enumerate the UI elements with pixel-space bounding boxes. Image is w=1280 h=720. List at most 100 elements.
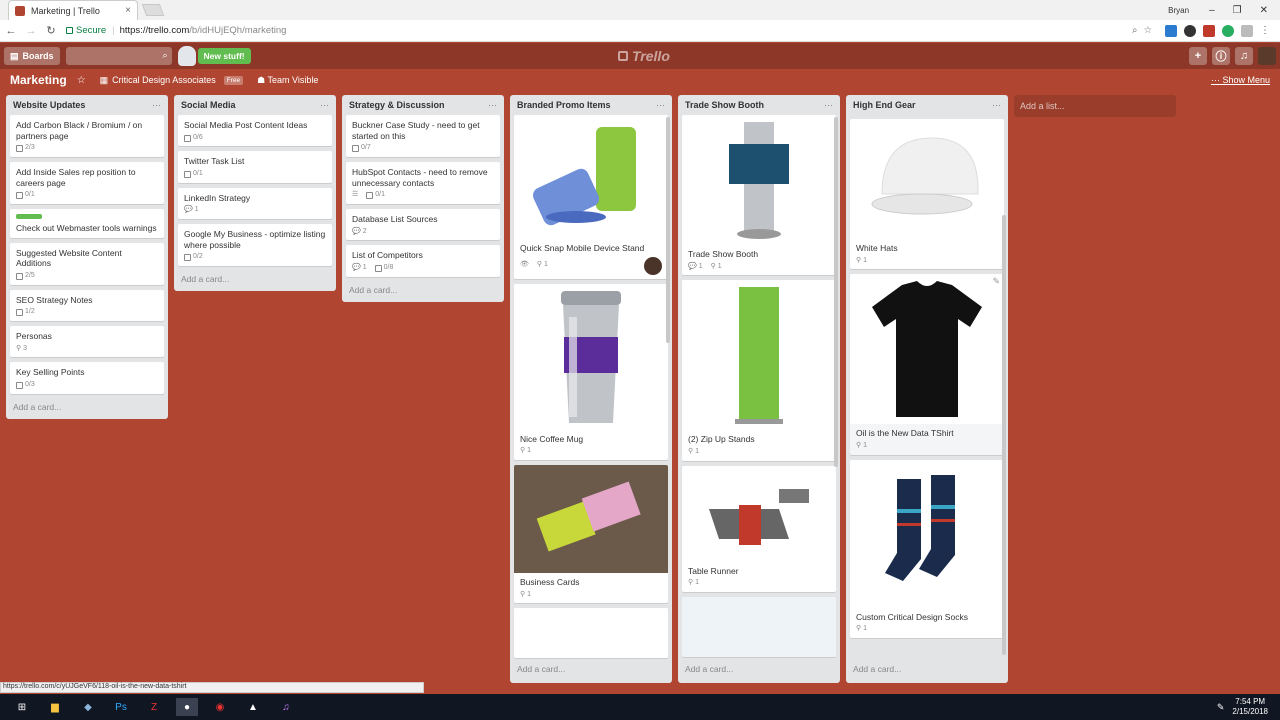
team-button[interactable]: ▦ Critical Design Associates Free <box>100 75 244 86</box>
info-icon[interactable]: ⓘ <box>1212 47 1230 65</box>
card[interactable]: (2) Zip Up Stands ⚲ 1 <box>682 280 836 461</box>
browser-user[interactable]: Bryan <box>1168 6 1189 15</box>
card[interactable]: Quick Snap Mobile Device Stand 👁 ⚲ 1 <box>514 115 668 279</box>
add-card-button[interactable]: Add a card... <box>514 661 668 681</box>
file-explorer-icon[interactable]: ▆ <box>44 698 66 716</box>
card[interactable]: Twitter Task List 0/1 <box>178 151 332 183</box>
card[interactable]: Nice Coffee Mug ⚲ 1 <box>514 283 668 460</box>
list-scrollbar[interactable] <box>834 117 838 467</box>
card[interactable]: Add Carbon Black / Bromium / on partners… <box>10 115 164 157</box>
extension-icon[interactable] <box>1184 24 1196 37</box>
edit-pencil-icon[interactable]: ✎ <box>992 276 1000 287</box>
forward-icon[interactable]: → <box>22 25 40 37</box>
list-menu-icon[interactable]: ··· <box>320 100 329 110</box>
add-card-button[interactable]: Add a card... <box>10 399 164 419</box>
card[interactable]: List of Competitors 💬 1 0/8 <box>346 245 500 277</box>
star-icon[interactable]: ☆ <box>77 75 86 86</box>
list-title[interactable]: Website Updates <box>13 100 85 110</box>
card[interactable]: Business Cards ⚲ 1 <box>514 465 668 604</box>
list-menu-icon[interactable]: ··· <box>992 100 1001 110</box>
board-title[interactable]: Marketing <box>10 73 67 87</box>
card[interactable]: White Hats ⚲ 1 <box>850 119 1004 270</box>
grammarly-icon[interactable] <box>1222 24 1234 37</box>
close-window-icon[interactable]: ✕ <box>1260 5 1268 16</box>
checklist-icon <box>184 170 191 178</box>
restore-icon[interactable]: ❐ <box>1233 5 1242 16</box>
add-list-button[interactable]: Add a list... <box>1014 95 1176 117</box>
member-avatar[interactable] <box>644 256 662 275</box>
extension-icon[interactable] <box>1241 24 1253 37</box>
card-title: Database List Sources <box>352 214 438 224</box>
search-icon[interactable]: ⌕ <box>162 50 167 61</box>
search-input[interactable] <box>65 48 172 66</box>
card[interactable]: Buckner Case Study - need to get started… <box>346 115 500 157</box>
itunes-icon[interactable]: ♫ <box>275 698 297 716</box>
app-icon[interactable]: ◉ <box>209 698 231 716</box>
bookmark-star-icon[interactable]: ☆ <box>1143 25 1152 36</box>
search-box[interactable]: ⌕ <box>65 47 172 66</box>
list-title[interactable]: High End Gear <box>853 100 916 110</box>
windows-taskbar: ⊞ ▆ ◆ Ps Z ● ◉ ▲ ♫ ✎ 7:54 PM 2/15/2018 <box>0 694 1280 720</box>
card[interactable]: Key Selling Points 0/3 <box>10 362 164 394</box>
reload-icon[interactable]: ↻ <box>42 24 60 37</box>
new-stuff-button[interactable]: New stuff! <box>197 48 251 64</box>
card[interactable]: Database List Sources 💬 2 <box>346 209 500 241</box>
notifications-bell-icon[interactable]: ♫ <box>1235 47 1253 65</box>
pen-icon[interactable]: ✎ <box>1217 702 1225 713</box>
card[interactable]: Trade Show Booth 💬 1 ⚲ 1 <box>682 115 836 276</box>
add-card-button[interactable]: Add a card... <box>682 661 836 681</box>
user-avatar[interactable] <box>1258 47 1276 65</box>
chrome-icon[interactable]: ● <box>176 698 198 716</box>
show-menu-button[interactable]: ··· Show Menu <box>1211 75 1270 85</box>
taskbar-clock[interactable]: 7:54 PM 2/15/2018 <box>1232 697 1268 716</box>
card[interactable]: Check out Webmaster tools warnings <box>10 209 164 238</box>
extension-icon[interactable] <box>1165 24 1177 37</box>
minimize-icon[interactable]: – <box>1209 5 1215 16</box>
trello-logo[interactable]: Trello <box>618 48 670 64</box>
card[interactable] <box>514 608 668 659</box>
filezilla-icon[interactable]: Z <box>143 698 165 716</box>
card[interactable]: SEO Strategy Notes 1/2 <box>10 289 164 321</box>
card[interactable]: Social Media Post Content Ideas 0/6 <box>178 115 332 147</box>
list-menu-icon[interactable]: ··· <box>656 100 665 110</box>
list-scrollbar[interactable] <box>666 117 670 343</box>
new-tab-button[interactable] <box>141 4 165 16</box>
url-field[interactable]: Secure | https://trello.com/b/idHUjEQh/m… <box>66 22 1156 40</box>
extension-icon[interactable] <box>1203 24 1215 37</box>
app-icon[interactable]: ▲ <box>242 698 264 716</box>
browser-tab[interactable]: Marketing | Trello × <box>8 0 138 20</box>
close-tab-icon[interactable]: × <box>125 5 131 16</box>
card[interactable] <box>682 597 836 658</box>
card[interactable]: Suggested Website Content Additions 2/5 <box>10 242 164 285</box>
list-title[interactable]: Strategy & Discussion <box>349 100 445 110</box>
card[interactable]: LinkedIn Strategy 💬 1 <box>178 187 332 220</box>
taco-mascot-icon[interactable] <box>177 46 196 66</box>
list-title[interactable]: Social Media <box>181 100 236 110</box>
boards-button[interactable]: ▤ Boards <box>4 47 60 65</box>
attachment-count: 1 <box>527 590 532 598</box>
list-menu-icon[interactable]: ··· <box>824 100 833 110</box>
chrome-menu-icon[interactable]: ⋮ <box>1260 25 1270 36</box>
app-icon[interactable]: ◆ <box>77 698 99 716</box>
list-title[interactable]: Branded Promo Items <box>517 100 611 110</box>
list-scrollbar[interactable] <box>1002 215 1006 655</box>
back-icon[interactable]: ← <box>2 25 20 37</box>
card[interactable]: Add Inside Sales rep position to careers… <box>10 162 164 204</box>
add-card-button[interactable]: Add a card... <box>850 661 1004 681</box>
card[interactable]: Google My Business - optimize listing wh… <box>178 224 332 267</box>
card[interactable]: Table Runner ⚲ 1 <box>682 465 836 593</box>
visibility-button[interactable]: ☗ Team Visible <box>257 75 318 86</box>
list-menu-icon[interactable]: ··· <box>152 100 161 110</box>
card[interactable]: ✎ Oil is the New Data TShirt ⚲ 1 <box>850 274 1004 455</box>
card[interactable]: HubSpot Contacts - need to remove unnece… <box>346 162 500 204</box>
windows-start-icon[interactable]: ⊞ <box>11 698 33 716</box>
photoshop-icon[interactable]: Ps <box>110 698 132 716</box>
list-title[interactable]: Trade Show Booth <box>685 100 764 110</box>
add-card-button[interactable]: Add a card... <box>178 271 332 291</box>
card[interactable]: Custom Critical Design Socks ⚲ 1 <box>850 459 1004 639</box>
add-card-button[interactable]: Add a card... <box>346 282 500 302</box>
card[interactable]: Personas ⚲ 3 <box>10 326 164 358</box>
zoom-icon[interactable]: ⌕ <box>1132 25 1137 36</box>
add-icon[interactable]: + <box>1189 47 1207 65</box>
list-menu-icon[interactable]: ··· <box>488 100 497 110</box>
